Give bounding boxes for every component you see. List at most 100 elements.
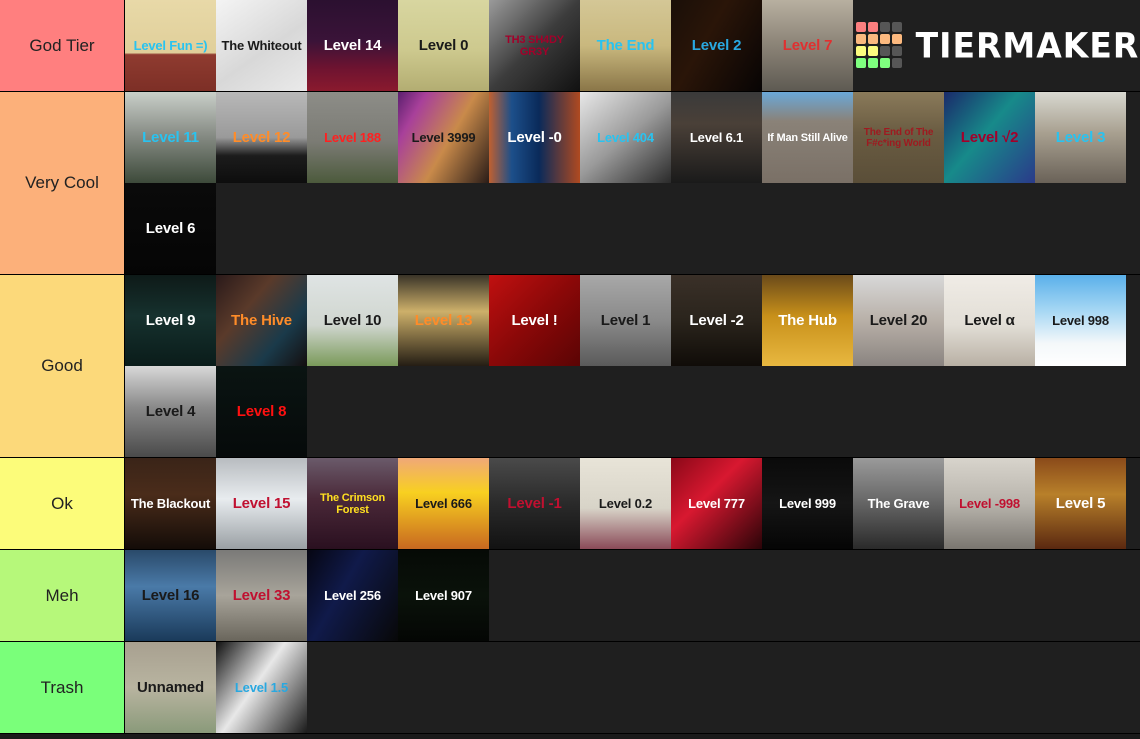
tier-item[interactable]: The Blackout <box>125 458 216 549</box>
tier-item-label: Level 0.2 <box>598 495 653 511</box>
tier-item-label: The Blackout <box>130 495 211 511</box>
tier-item[interactable]: Level 256 <box>307 550 398 641</box>
logo-cell-8 <box>855 46 866 56</box>
tier-item[interactable]: Unnamed <box>125 642 216 733</box>
tier-list: TIERMAKER God Tier Level Fun =) The Whiteo… <box>0 0 1140 739</box>
tier-item[interactable]: Level 6 <box>125 183 216 274</box>
tier-item[interactable]: The Crimson Forest <box>307 458 398 549</box>
tier-item-label: Level 999 <box>779 495 836 511</box>
tier-item[interactable]: Level 0 <box>398 0 489 91</box>
tier-item[interactable]: Level 20 <box>853 275 944 366</box>
tier-item-label: TH3 SH4DY GR3Y <box>505 33 564 58</box>
tier-item[interactable]: TH3 SH4DY GR3Y <box>489 0 580 91</box>
tier-item-label: Level 11 <box>142 128 199 146</box>
logo-cell-2 <box>879 22 890 32</box>
tier-items: Level 9 The Hive Level 10 Level 13 Level ! Le… <box>125 275 1140 457</box>
tier-item[interactable]: Level 14 <box>307 0 398 91</box>
logo-cell-10 <box>879 46 890 56</box>
tier-item[interactable]: Level 33 <box>216 550 307 641</box>
tier-item[interactable]: Level 666 <box>398 458 489 549</box>
tier-item[interactable]: The Grave <box>853 458 944 549</box>
tier-item-label: Level 15 <box>232 494 291 512</box>
tier-label[interactable]: Good <box>0 275 125 457</box>
tier-item[interactable]: Level 907 <box>398 550 489 641</box>
tier-item-label: Level 8 <box>236 402 287 420</box>
tier-label[interactable]: Meh <box>0 550 125 641</box>
tier-item[interactable]: If Man Still Alive <box>762 92 853 183</box>
tier-item-label: Level 3999 <box>411 129 476 145</box>
tier-item[interactable]: The End of The F#c*ing World <box>853 92 944 183</box>
tier-item[interactable]: Level 2 <box>671 0 762 91</box>
tier-item-label: The End <box>596 36 655 54</box>
tier-item-label: Level 0 <box>418 36 469 54</box>
logo-cell-1 <box>867 22 878 32</box>
tier-label[interactable]: Trash <box>0 642 125 733</box>
tier-item-label: Level 13 <box>414 311 473 329</box>
tier-item[interactable]: The End <box>580 0 671 91</box>
tier-item[interactable]: The Hub <box>762 275 853 366</box>
tier-item-label: Level 998 <box>1052 312 1109 328</box>
tier-item[interactable]: Level 999 <box>762 458 853 549</box>
tier-item[interactable]: Level 9 <box>125 275 216 366</box>
tier-items: Level 11 Level 12 Level 188 Level 3999 Level… <box>125 92 1140 274</box>
tier-row: Very Cool Level 11 Level 12 Level 188 Level … <box>0 92 1140 275</box>
tier-item-label: Level 9 <box>145 311 196 329</box>
tier-item[interactable]: Level -1 <box>489 458 580 549</box>
tier-item-label: The Crimson Forest <box>319 491 386 516</box>
tier-item[interactable]: Level ! <box>489 275 580 366</box>
tier-item-label: Level ! <box>511 311 558 329</box>
tier-item[interactable]: Level 12 <box>216 92 307 183</box>
tier-row: Trash Unnamed Level 1.5 <box>0 642 1140 734</box>
tier-label[interactable]: Very Cool <box>0 92 125 274</box>
tier-item[interactable]: Level α <box>944 275 1035 366</box>
tier-item-label: Level √2 <box>960 128 1019 146</box>
tier-item[interactable]: Level 404 <box>580 92 671 183</box>
tier-item[interactable]: Level 4 <box>125 366 216 457</box>
tier-item[interactable]: Level 3 <box>1035 92 1126 183</box>
tier-item[interactable]: Level -998 <box>944 458 1035 549</box>
tier-item-label: Level -998 <box>959 495 1020 511</box>
tier-item[interactable]: The Hive <box>216 275 307 366</box>
tier-item[interactable]: Level -0 <box>489 92 580 183</box>
tier-item[interactable]: Level 16 <box>125 550 216 641</box>
tier-item[interactable]: The Whiteout <box>216 0 307 91</box>
tier-item-label: Level α <box>964 311 1015 329</box>
tier-item[interactable]: Level 11 <box>125 92 216 183</box>
tier-item[interactable]: Level 777 <box>671 458 762 549</box>
tier-item[interactable]: Level 0.2 <box>580 458 671 549</box>
tiermaker-logo-grid <box>855 22 902 68</box>
tier-item-label: Level Fun =) <box>133 37 208 53</box>
tiermaker-logo: TIERMAKER <box>855 0 1140 90</box>
tier-item-label: Level 404 <box>597 129 654 145</box>
tier-item-label: Level 5 <box>1055 494 1106 512</box>
tier-item-label: The Whiteout <box>221 37 302 53</box>
tier-item[interactable]: Level 5 <box>1035 458 1126 549</box>
tier-item-label: Level 16 <box>141 586 200 604</box>
tier-item[interactable]: Level 6.1 <box>671 92 762 183</box>
logo-cell-12 <box>855 58 866 68</box>
tier-label[interactable]: Ok <box>0 458 125 549</box>
tier-item[interactable]: Level 8 <box>216 366 307 457</box>
tier-item-label: Level 12 <box>232 128 291 146</box>
tier-item-label: Level -2 <box>689 311 744 329</box>
tier-item[interactable]: Level 1 <box>580 275 671 366</box>
tier-item[interactable]: Level 188 <box>307 92 398 183</box>
tier-item[interactable]: Level 10 <box>307 275 398 366</box>
tier-label[interactable]: God Tier <box>0 0 125 91</box>
tier-item[interactable]: Level 15 <box>216 458 307 549</box>
tier-rows-container: God Tier Level Fun =) The Whiteout Level 14… <box>0 0 1140 734</box>
logo-cell-4 <box>855 34 866 44</box>
tier-item-label: Level -1 <box>507 494 562 512</box>
tier-item[interactable]: Level 3999 <box>398 92 489 183</box>
tier-item[interactable]: Level -2 <box>671 275 762 366</box>
tier-item[interactable]: Level 1.5 <box>216 642 307 733</box>
tier-item[interactable]: Level 998 <box>1035 275 1126 366</box>
tier-item-label: Level 256 <box>324 587 381 603</box>
tier-item-label: If Man Still Alive <box>767 131 848 144</box>
tier-item[interactable]: Level Fun =) <box>125 0 216 91</box>
tier-item[interactable]: Level 7 <box>762 0 853 91</box>
tier-item[interactable]: Level 13 <box>398 275 489 366</box>
logo-cell-14 <box>879 58 890 68</box>
tier-item[interactable]: Level √2 <box>944 92 1035 183</box>
tier-item-label: The Hive <box>231 311 292 329</box>
